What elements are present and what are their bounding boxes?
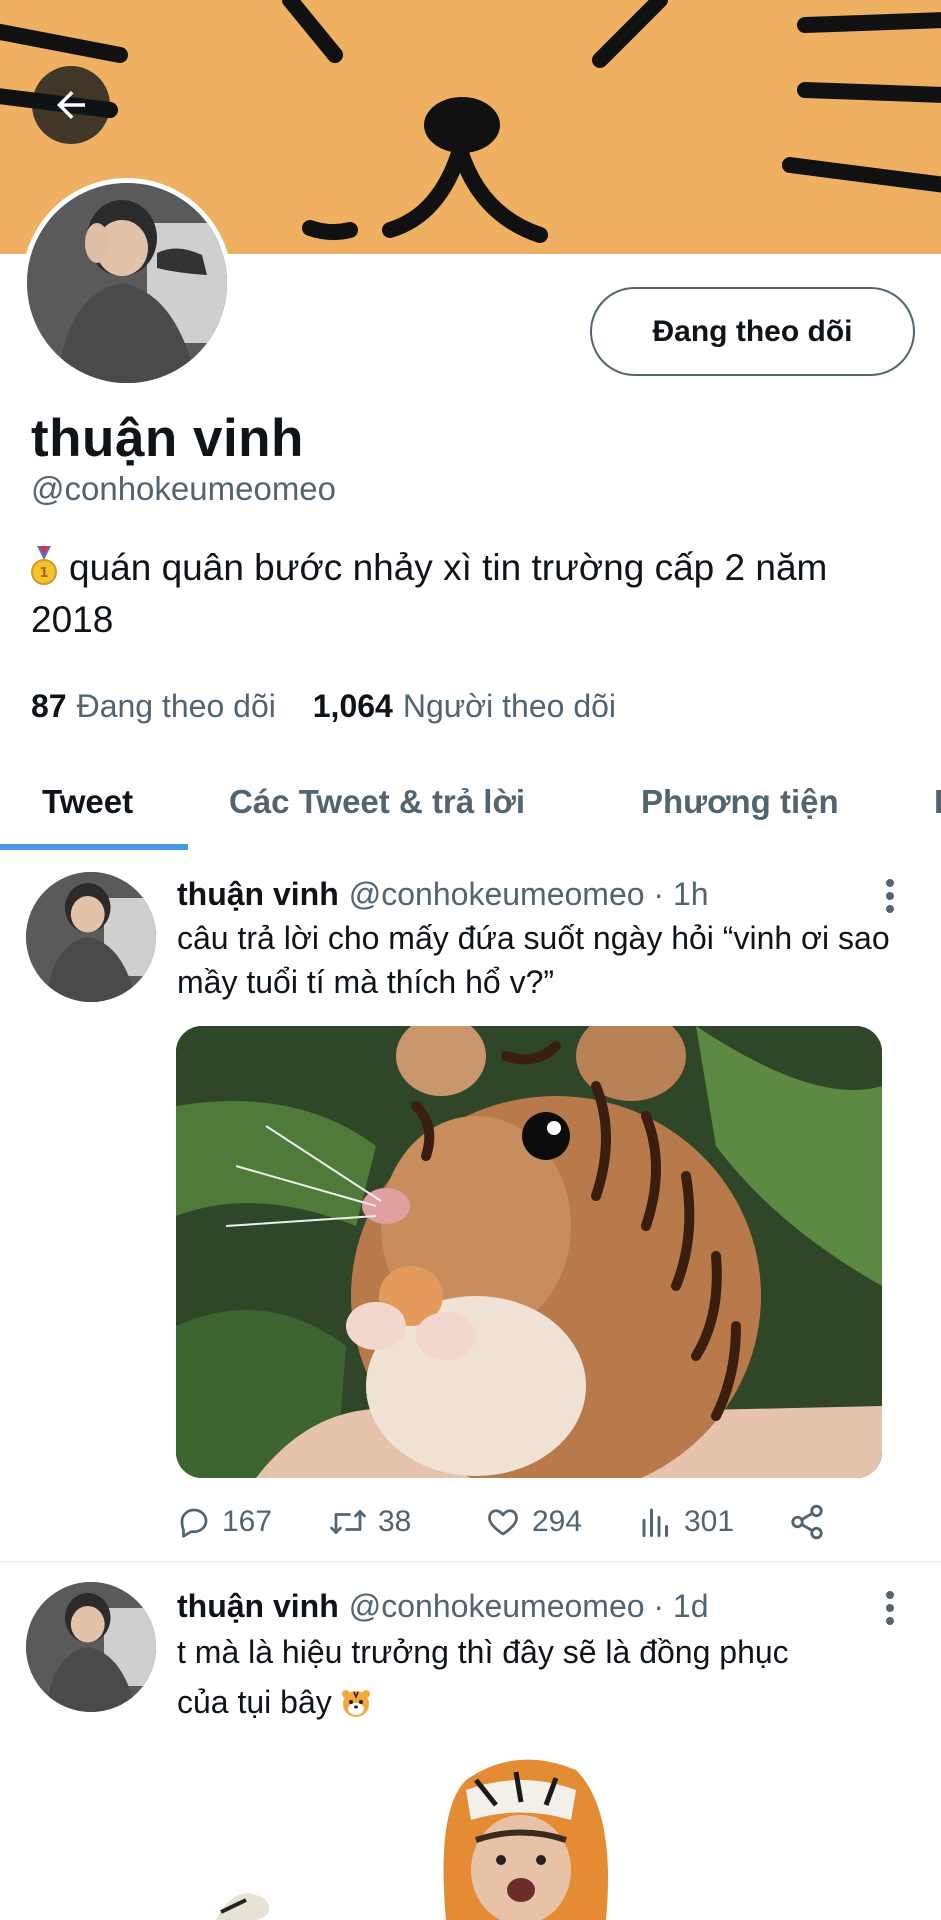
tweet-text-line: của tụi bây [177,1684,332,1720]
profile-handle: @conhokeumeomeo [31,470,337,507]
profile-tabs: Tweet Các Tweet & trả lời Phương tiện L [0,752,941,852]
comment-icon [180,1508,208,1538]
tiger-hamster-photo [176,1026,882,1478]
following-label: Đang theo dõi [76,688,276,724]
tweet-actions: 167 38 294 301 [176,1498,896,1546]
tab-media[interactable]: Phương tiện [641,752,839,852]
tweet-author-name[interactable]: thuận vinh [177,1588,339,1624]
bio-text: quán quân bước nhảy xì tin trường cấp 2 … [31,547,828,640]
tweet-header: thuận vinh @conhokeumeomeo · 1d [177,1588,709,1625]
tweet-author-name[interactable]: thuận vinh [177,876,339,912]
tweet-text-line-2: của tụi bây [177,1677,907,1727]
tweet-handle-time: @conhokeumeomeo · 1d [348,1588,709,1624]
tweet-divider [0,1561,941,1563]
profile-avatar[interactable] [22,178,232,388]
more-vertical-icon[interactable] [880,878,900,914]
tab-tweets[interactable]: Tweet [42,752,133,852]
bar-chart-icon [642,1508,668,1537]
tab-overflow[interactable]: L [934,752,941,852]
like-button[interactable]: 294 [484,1498,582,1546]
followers-count: 1,064 [312,688,393,724]
tweet-media-image[interactable] [176,1026,882,1478]
tweet-text: câu trả lời cho mấy đứa suốt ngày hỏi “v… [177,920,890,1000]
views-button[interactable]: 301 [638,1498,734,1546]
back-button[interactable] [32,66,110,144]
share-button[interactable] [788,1498,836,1546]
avatar-photo [27,183,227,383]
tiger-costume-photo [176,1750,882,1920]
tweet-handle-time: @conhokeumeomeo · 1h [348,876,709,912]
views-count: 301 [684,1505,735,1538]
reply-button[interactable]: 167 [176,1498,272,1546]
tweet-avatar[interactable] [26,872,156,1002]
following-button[interactable]: Đang theo dõi [590,287,915,376]
tiger-emoji [341,1690,370,1717]
heart-icon [488,1509,518,1536]
followers-label: Người theo dõi [402,688,617,724]
retweet-icon [330,1510,366,1534]
reply-count: 167 [222,1505,273,1538]
following-stat[interactable]: 87 Đang theo dõi [31,688,276,724]
followers-stat[interactable]: 1,064 Người theo dõi [313,688,616,724]
svg-text:1: 1 [39,566,48,581]
like-count: 294 [532,1505,583,1538]
tweet-avatar[interactable] [26,1582,156,1712]
retweet-count: 38 [378,1505,412,1538]
tweet-text-line: t mà là hiệu trưởng thì đây sẽ là đồng p… [177,1634,789,1670]
more-vertical-icon[interactable] [880,1590,900,1626]
profile-bio: 1 quán quân bước nhảy xì tin trường cấp … [31,542,891,646]
following-count: 87 [31,688,67,724]
tweet-media-image[interactable] [176,1750,882,1920]
tweet-header: thuận vinh @conhokeumeomeo · 1h [177,876,709,913]
arrow-left-icon [57,91,85,119]
retweet-button[interactable]: 38 [328,1498,411,1546]
tab-tweets-replies[interactable]: Các Tweet & trả lời [229,752,525,852]
profile-display-name: thuận vinh [31,409,304,468]
profile-stats: 87 Đang theo dõi 1,064 Người theo dõi [31,688,644,725]
tweet-text: t mà là hiệu trưởng thì đây sẽ là đồng p… [177,1627,907,1727]
medal-emoji: 1 [31,546,57,585]
avatar-photo [26,872,156,1002]
avatar-photo [26,1582,156,1712]
share-icon [791,1504,823,1540]
active-tab-indicator [0,844,188,850]
